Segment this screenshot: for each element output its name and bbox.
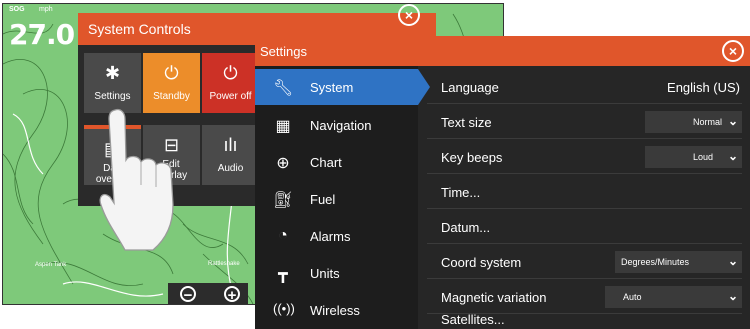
settings-tile[interactable]: ✱ Settings bbox=[84, 53, 141, 113]
settings-sidebar: 🔧︎ System ▦ Navigation ⊕ Chart ⛽︎ Fuel ◔… bbox=[255, 66, 430, 329]
speed-unit-label: mph bbox=[39, 6, 53, 13]
row-label: Satellites... bbox=[441, 312, 505, 327]
system-controls-close-icon[interactable]: × bbox=[398, 4, 420, 26]
row-label: Language bbox=[441, 80, 499, 95]
standby-tile[interactable]: ⏻ Standby bbox=[143, 53, 200, 113]
chevron-down-icon: ⌄ bbox=[727, 114, 738, 128]
power-icon: ⏻ bbox=[164, 63, 179, 83]
navigation-icon: ▦ bbox=[275, 118, 291, 135]
fuel-pump-icon: ⛽︎ bbox=[273, 192, 294, 209]
sidebar-item-units[interactable]: ┳ Units bbox=[255, 255, 418, 291]
tile-label: Audio bbox=[217, 163, 244, 174]
select-value: Loud bbox=[693, 152, 714, 162]
map-place-label: Aspen Tank bbox=[35, 262, 67, 268]
settings-dialog: Settings × 🔧︎ System ▦ Navigation ⊕ Char… bbox=[255, 36, 750, 329]
sidebar-item-label: Fuel bbox=[310, 192, 336, 207]
chevron-down-icon: ⌄ bbox=[727, 149, 738, 163]
units-icon: ┳ bbox=[278, 266, 288, 283]
sidebar-item-label: Units bbox=[310, 266, 340, 281]
settings-row-key-beeps: Key beeps Loud ⌄ bbox=[427, 139, 742, 174]
plus-circle-icon[interactable]: + bbox=[224, 286, 240, 303]
magnetic-variation-select[interactable]: Auto ⌄ bbox=[605, 286, 742, 308]
sidebar-item-label: System bbox=[310, 80, 354, 95]
row-label: Magnetic variation bbox=[441, 290, 547, 305]
sidebar-item-label: Chart bbox=[310, 155, 342, 170]
sidebar-item-label: Wireless bbox=[310, 303, 360, 318]
alarm-bell-icon: ◔ bbox=[278, 227, 288, 244]
wireless-icon: ((•)) bbox=[273, 301, 295, 316]
row-label: Text size bbox=[441, 115, 492, 130]
select-value: Normal bbox=[693, 117, 723, 127]
tile-label: Standby bbox=[153, 91, 190, 102]
row-label: Time... bbox=[441, 185, 481, 200]
globe-icon: ⊕ bbox=[276, 155, 290, 172]
key-beeps-select[interactable]: Loud ⌄ bbox=[645, 146, 742, 168]
settings-title: Settings bbox=[260, 44, 307, 59]
power-off-tile[interactable]: ⏻ Power off bbox=[202, 53, 259, 113]
settings-row-magnetic-variation: Magnetic variation Auto ⌄ bbox=[427, 279, 742, 314]
sidebar-item-label: Alarms bbox=[310, 229, 351, 244]
zoom-controls: − + bbox=[168, 283, 248, 304]
speed-readout: 27.0 bbox=[9, 18, 75, 51]
settings-row-datum[interactable]: Datum... bbox=[427, 209, 742, 244]
hand-pointer-icon bbox=[99, 108, 174, 251]
tile-label: Settings bbox=[94, 91, 131, 102]
power-icon: ⏻ bbox=[223, 63, 238, 83]
chevron-down-icon: ⌄ bbox=[727, 254, 738, 268]
coord-system-select[interactable]: Degrees/Minutes ⌄ bbox=[615, 251, 742, 273]
settings-row-time[interactable]: Time... bbox=[427, 174, 742, 209]
audio-bars-icon: ılı bbox=[223, 135, 238, 155]
row-label: Datum... bbox=[441, 220, 491, 235]
settings-row-text-size: Text size Normal ⌄ bbox=[427, 104, 742, 139]
select-value: Degrees/Minutes bbox=[621, 257, 690, 267]
settings-row-coord-system: Coord system Degrees/Minutes ⌄ bbox=[427, 244, 742, 279]
audio-tile[interactable]: ılı Audio bbox=[202, 125, 259, 185]
tile-label: Power off bbox=[209, 91, 252, 102]
sidebar-item-alarms[interactable]: ◔ Alarms bbox=[255, 218, 418, 254]
select-value: Auto bbox=[623, 292, 642, 302]
sidebar-item-wireless[interactable]: ((•)) Wireless bbox=[255, 292, 418, 328]
map-place-label: Rattlesnake bbox=[208, 261, 240, 267]
text-size-select[interactable]: Normal ⌄ bbox=[645, 111, 742, 133]
sidebar-item-fuel[interactable]: ⛽︎ Fuel bbox=[255, 181, 418, 217]
settings-header: Settings × bbox=[255, 36, 750, 66]
wrench-icon: 🔧︎ bbox=[273, 80, 294, 97]
row-label: Key beeps bbox=[441, 150, 503, 165]
row-label: Coord system bbox=[441, 255, 522, 270]
settings-row-language[interactable]: Language English (US) bbox=[427, 69, 742, 104]
chevron-down-icon: ⌄ bbox=[727, 289, 738, 303]
system-controls-title: System Controls bbox=[88, 21, 191, 37]
gear-icon: ✱ bbox=[104, 63, 121, 83]
settings-row-satellites[interactable]: Satellites... bbox=[427, 312, 742, 329]
sidebar-item-chart[interactable]: ⊕ Chart bbox=[255, 144, 418, 180]
close-icon[interactable]: × bbox=[722, 40, 744, 62]
sidebar-item-label: Navigation bbox=[310, 118, 372, 133]
sidebar-item-system[interactable]: 🔧︎ System bbox=[255, 69, 430, 105]
row-value: English (US) bbox=[667, 80, 740, 95]
sidebar-item-navigation[interactable]: ▦ Navigation bbox=[255, 107, 418, 143]
sog-label: SOG bbox=[9, 6, 25, 13]
minus-circle-icon[interactable]: − bbox=[180, 286, 196, 303]
